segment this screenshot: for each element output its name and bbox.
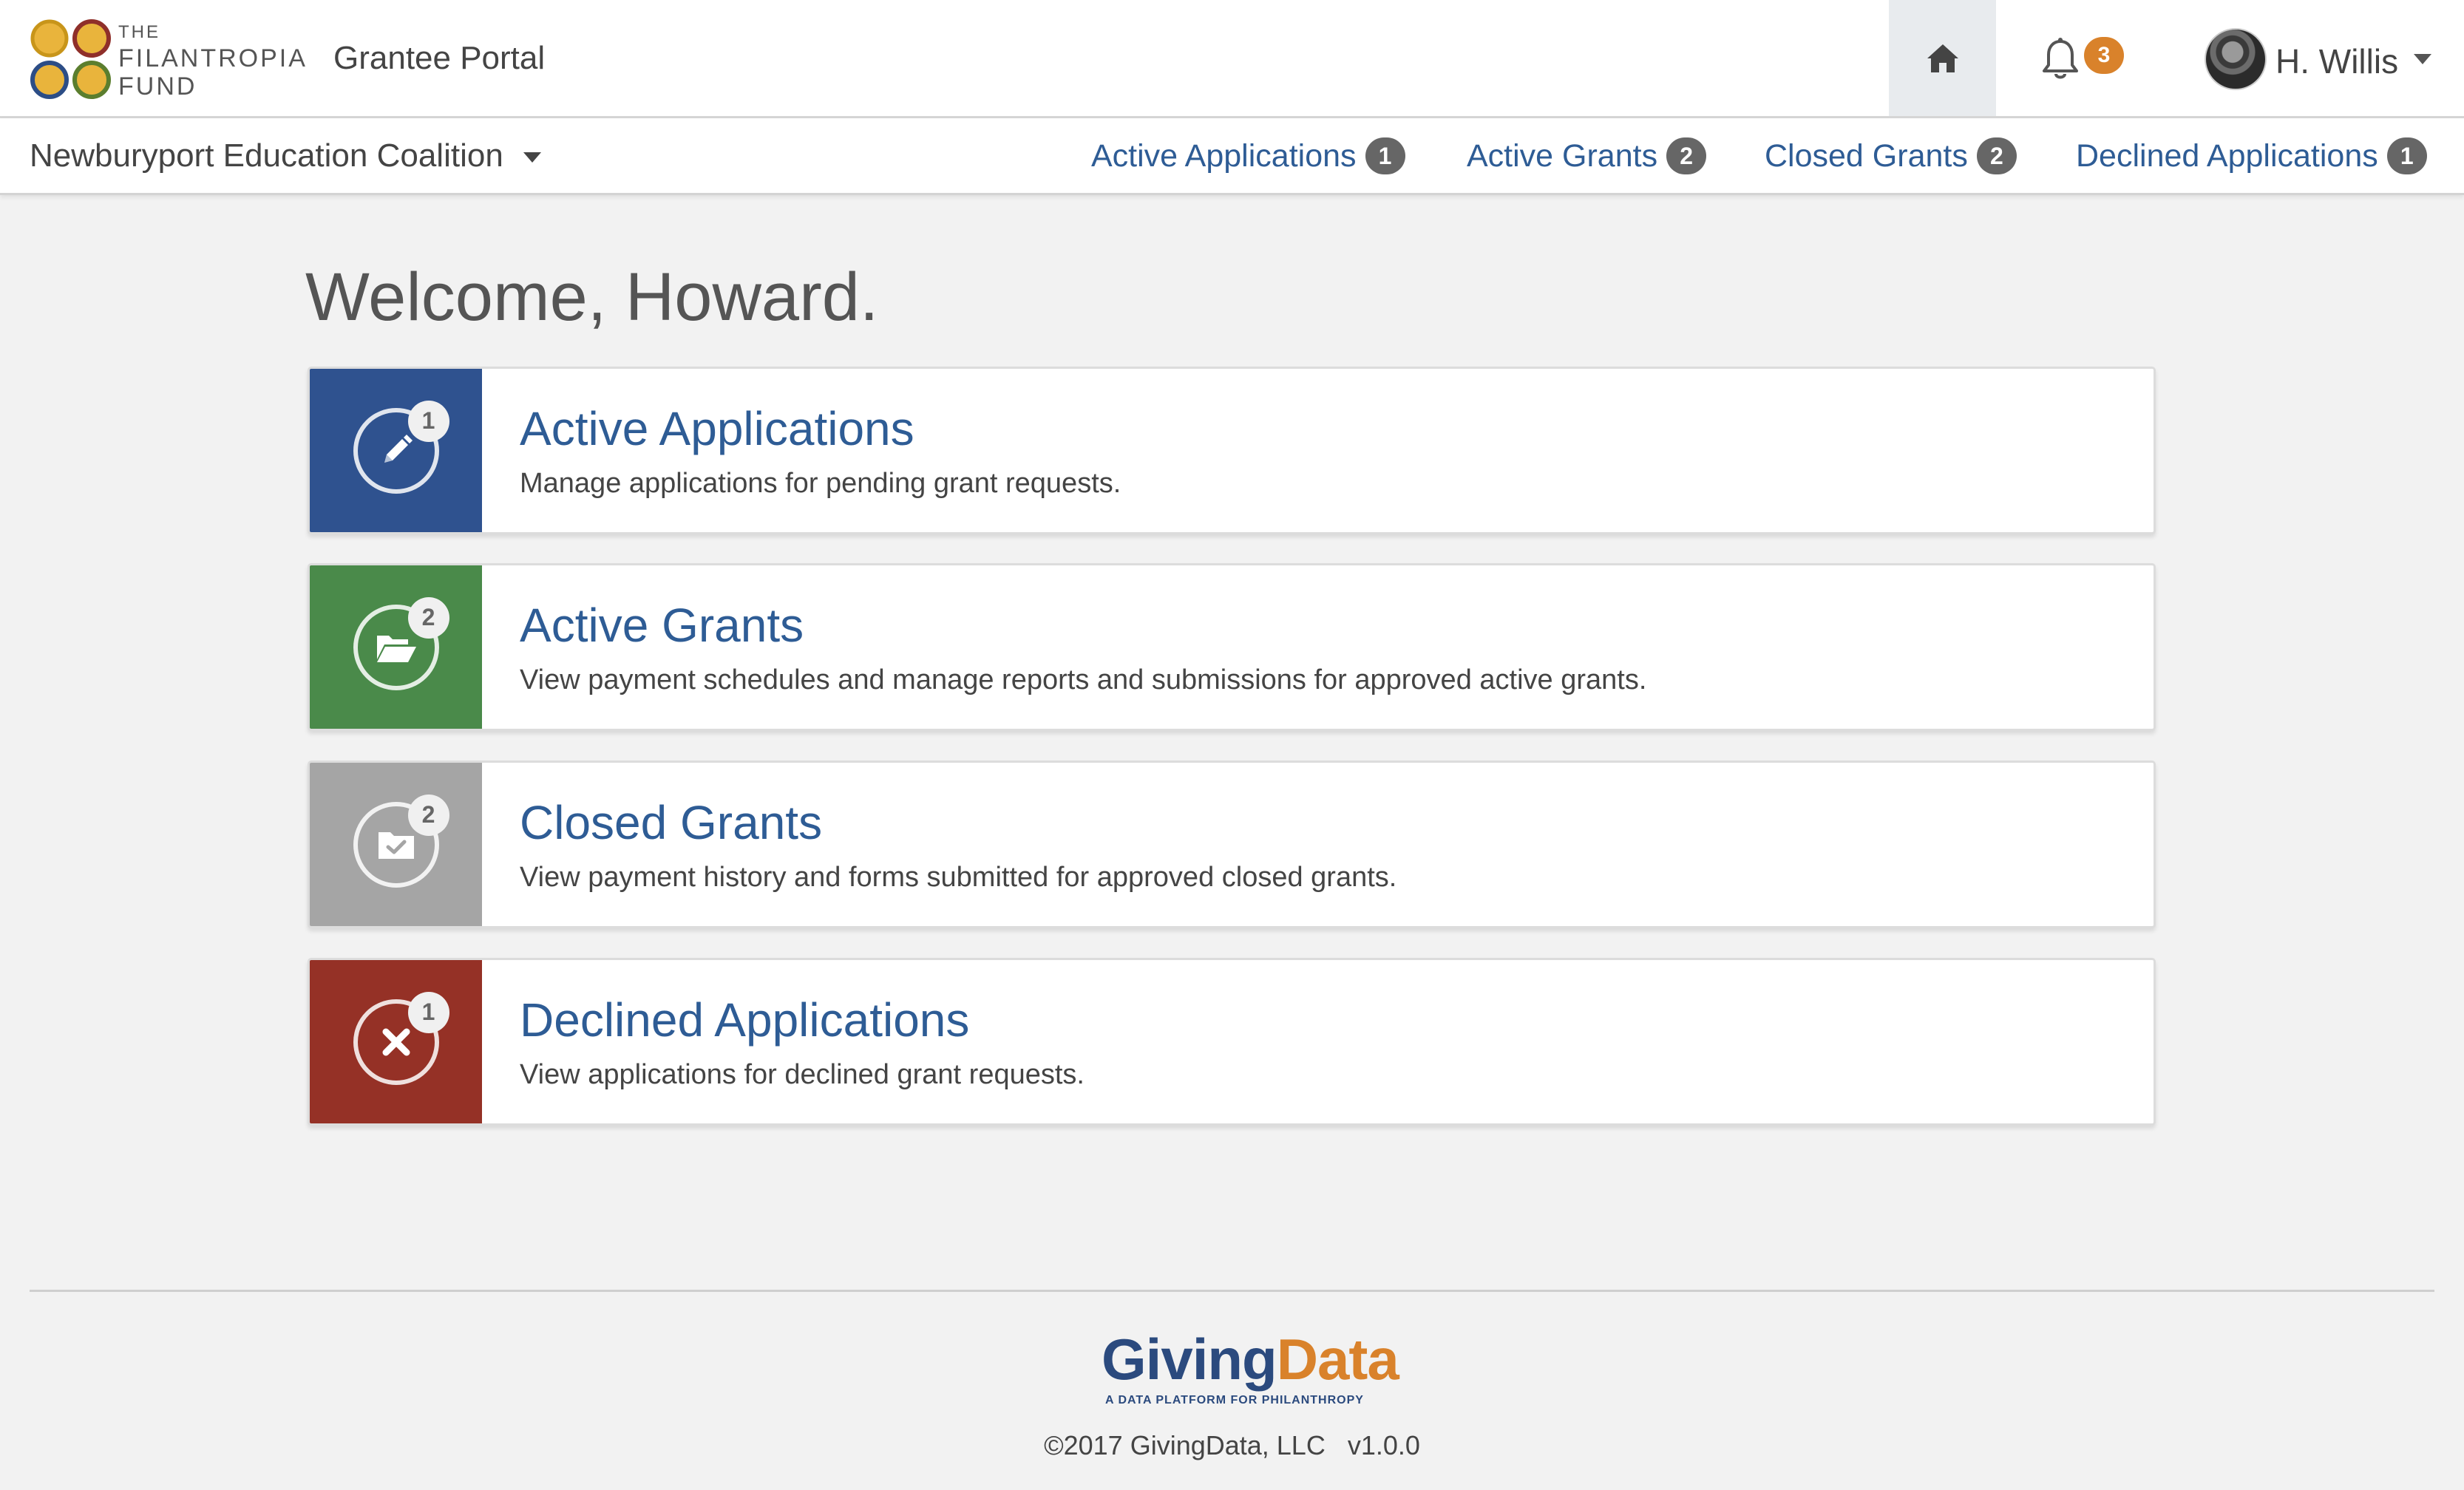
- notifications-count-badge: 3: [2084, 37, 2124, 74]
- filantropia-fund-logo[interactable]: THE FILANTROPIA FUND: [28, 18, 309, 101]
- chevron-down-icon: [2413, 53, 2432, 65]
- x-icon: [380, 1026, 413, 1058]
- logo-wordmark: THE FILANTROPIA FUND: [118, 24, 308, 99]
- nav-link-label: Active Grants: [1467, 138, 1657, 174]
- brand-giving: Giving: [1102, 1327, 1277, 1392]
- givingdata-wordmark: GivingData: [1102, 1330, 1399, 1388]
- card-active-applications[interactable]: 1 Active Applications Manage application…: [308, 367, 2156, 534]
- nav-link-label: Declined Applications: [2076, 138, 2378, 174]
- card-title[interactable]: Closed Grants: [520, 795, 822, 850]
- card-count-badge: 2: [408, 597, 449, 639]
- card-count-badge: 1: [408, 401, 449, 442]
- nav-declined-applications[interactable]: Declined Applications1: [2076, 137, 2427, 174]
- card-count-badge: 1: [408, 992, 449, 1033]
- card-title[interactable]: Declined Applications: [520, 993, 969, 1047]
- copyright-text: ©2017 GivingData, LLC: [1044, 1430, 1326, 1460]
- nav-active-applications[interactable]: Active Applications1: [1091, 137, 1405, 174]
- logo-rings-icon: [28, 18, 114, 101]
- card-declined-applications[interactable]: 1 Declined Applications View application…: [308, 958, 2156, 1126]
- card-title[interactable]: Active Grants: [520, 598, 804, 653]
- user-menu[interactable]: H. Willis: [2205, 25, 2441, 93]
- nav-closed-grants[interactable]: Closed Grants2: [1765, 137, 2017, 174]
- nav-count-badge: 1: [2387, 137, 2427, 174]
- footer-divider: [30, 1290, 2434, 1292]
- card-closed-grants[interactable]: 2 Closed Grants View payment history and…: [308, 761, 2156, 928]
- nav-count-badge: 2: [1977, 137, 2017, 174]
- nav-active-grants[interactable]: Active Grants2: [1467, 137, 1706, 174]
- nav-link-label: Active Applications: [1091, 138, 1357, 174]
- footer-copyright: ©2017 GivingData, LLC v1.0.0: [0, 1430, 2464, 1461]
- card-icon-panel: 2: [310, 763, 482, 926]
- logo-line-2: FILANTROPIA: [118, 46, 308, 71]
- card-title[interactable]: Active Applications: [520, 401, 914, 456]
- user-name: H. Willis: [2275, 41, 2398, 81]
- icon-circle: 2: [353, 605, 439, 690]
- folder-check-icon: [376, 828, 417, 862]
- givingdata-tagline: A DATA PLATFORM FOR PHILANTHROPY: [1102, 1394, 1368, 1407]
- portal-title: Grantee Portal: [333, 40, 545, 77]
- chevron-down-icon: [523, 152, 542, 163]
- card-icon-panel: 1: [310, 960, 482, 1123]
- organization-selector[interactable]: Newburyport Education Coalition: [30, 137, 542, 174]
- pencil-icon: [377, 432, 415, 470]
- card-description: View applications for declined grant req…: [520, 1059, 1085, 1091]
- card-icon-panel: 1: [310, 369, 482, 532]
- home-button[interactable]: [1889, 0, 1996, 116]
- home-icon: [1925, 42, 1961, 75]
- welcome-heading: Welcome, Howard.: [305, 259, 878, 336]
- logo-line-3: FUND: [118, 74, 308, 99]
- nav-count-badge: 2: [1666, 137, 1706, 174]
- sub-navigation: Newburyport Education Coalition Active A…: [0, 118, 2464, 195]
- folder-open-icon: [374, 630, 418, 665]
- organization-name: Newburyport Education Coalition: [30, 137, 503, 174]
- bell-icon: [2040, 37, 2081, 81]
- card-active-grants[interactable]: 2 Active Grants View payment schedules a…: [308, 563, 2156, 731]
- card-description: Manage applications for pending grant re…: [520, 468, 1121, 500]
- logo-line-1: THE: [118, 24, 308, 41]
- card-icon-panel: 2: [310, 565, 482, 729]
- card-description: View payment history and forms submitted…: [520, 862, 1396, 894]
- card-description: View payment schedules and manage report…: [520, 664, 1646, 696]
- version-text: v1.0.0: [1348, 1430, 1420, 1460]
- card-count-badge: 2: [408, 795, 449, 836]
- icon-circle: 1: [353, 408, 439, 494]
- brand-data: Data: [1277, 1327, 1399, 1392]
- top-header: THE FILANTROPIA FUND Grantee Portal 3 H.…: [0, 0, 2464, 118]
- givingdata-logo[interactable]: GivingData A DATA PLATFORM FOR PHILANTHR…: [1102, 1330, 1368, 1419]
- notifications-button[interactable]: 3: [2022, 27, 2133, 90]
- icon-circle: 1: [353, 999, 439, 1085]
- nav-link-label: Closed Grants: [1765, 138, 1968, 174]
- icon-circle: 2: [353, 802, 439, 888]
- nav-count-badge: 1: [1365, 137, 1405, 174]
- avatar: [2205, 28, 2267, 90]
